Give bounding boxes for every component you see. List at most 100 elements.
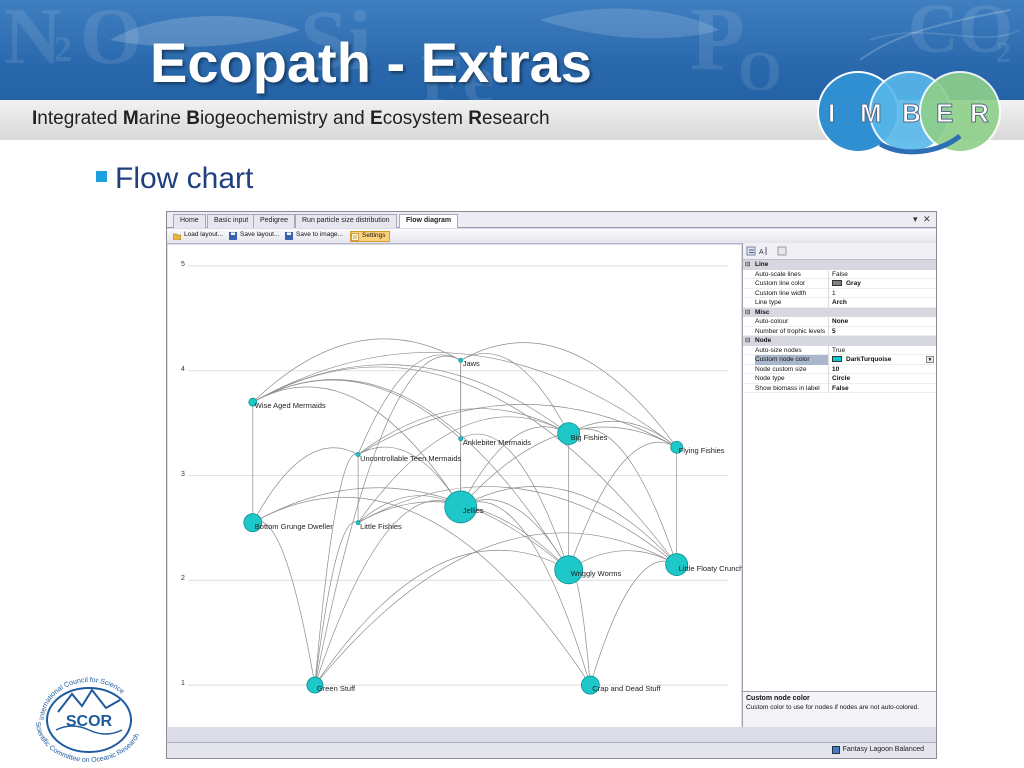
flow-diagram-canvas[interactable]: 1 2 3 4 5 Jaws Wise Aged Mermaids Anklebiter Me…	[168, 245, 744, 727]
property-value-text: Arch	[832, 299, 847, 306]
property-key: Line type	[755, 298, 829, 308]
property-value[interactable]: Circle	[832, 374, 850, 384]
flow-edge	[589, 560, 677, 686]
subtitle-part: cosystem	[382, 108, 469, 129]
flow-edge	[357, 408, 569, 455]
tab-pedigree[interactable]: Pedigree	[253, 214, 296, 228]
property-row[interactable]: Auto-scale lines False	[743, 269, 936, 280]
property-row[interactable]: Number of trophic levels 5	[743, 326, 936, 337]
collapse-icon[interactable]: ⊟	[745, 260, 750, 270]
subtitle-part: esearch	[481, 108, 550, 129]
scenario-status[interactable]: Fantasy Lagoon Balanced	[831, 746, 924, 754]
property-row[interactable]: Line type Arch	[743, 298, 936, 308]
save-image-icon	[285, 232, 293, 240]
slide-subtitle: Integrated Marine Biogeochemistry and Ec…	[32, 108, 550, 130]
property-category-misc[interactable]: ⊟ Misc	[743, 307, 936, 318]
y-tick-label: 4	[181, 365, 185, 373]
property-value[interactable]: Arch	[832, 298, 847, 308]
subtitle-part: ntegrated	[37, 108, 123, 129]
property-row[interactable]: Custom line width 1	[743, 288, 936, 299]
load-layout-button[interactable]: Load layout...	[173, 231, 223, 242]
collapse-icon[interactable]: ⊟	[745, 336, 750, 346]
property-row[interactable]: Node custom size 10	[743, 364, 936, 375]
property-value[interactable]: 10	[832, 365, 839, 375]
save-layout-button[interactable]: Save layout...	[229, 231, 279, 242]
settings-label: Settings	[362, 232, 386, 239]
node-label-lf: Little Fishies	[360, 521, 402, 531]
property-pages-icon[interactable]	[777, 246, 787, 256]
property-value-text: 1	[832, 289, 836, 297]
property-row[interactable]: Auto-colour None	[743, 317, 936, 327]
property-category-node[interactable]: ⊟ Node	[743, 336, 936, 346]
settings-icon	[351, 233, 359, 241]
property-value[interactable]: DarkTurquoise	[832, 355, 891, 365]
property-key: Show biomass in label	[755, 383, 829, 393]
property-value[interactable]: None	[832, 317, 848, 327]
property-value-text: None	[832, 318, 849, 325]
settings-button[interactable]: Settings	[350, 231, 390, 242]
property-row[interactable]: Auto-size nodes True	[743, 345, 936, 356]
flow-edge	[252, 447, 359, 523]
node-label-bgd: Bottom Grunge Dweller	[254, 521, 333, 531]
close-icon[interactable]: ✕	[923, 214, 931, 225]
node-label-lfc: Little Floaty Crunch	[678, 563, 744, 573]
flow-edge	[314, 521, 359, 686]
node-label-cds: Crap and Dead Stuff	[592, 684, 661, 694]
scor-logo: SCOR International Council for Science S…	[34, 677, 141, 764]
flow-edge	[314, 532, 677, 686]
slide-title: Ecopath - Extras	[150, 31, 592, 94]
property-key: Node type	[755, 374, 829, 384]
node-label-utm: Uncontrollable Teen Mermaids	[360, 453, 462, 463]
flow-edge	[252, 366, 677, 565]
property-value[interactable]: 1	[832, 289, 836, 299]
tab-basic-input[interactable]: Basic input	[207, 214, 256, 228]
property-key: Node custom size	[755, 364, 829, 374]
property-grid-toolbar: A	[743, 243, 936, 260]
tab-home[interactable]: Home	[173, 214, 206, 228]
property-key: Custom node color	[755, 355, 829, 365]
scor-acronym: SCOR	[66, 713, 113, 730]
bullet-item: Flow chart	[96, 162, 253, 196]
node-label-wam: Wise Aged Mermaids	[254, 401, 326, 411]
property-value-text: DarkTurquoise	[846, 356, 892, 363]
tab-run-particle-size-distribution[interactable]: Run particle size distribution	[295, 214, 397, 228]
node-label-gs: Green Stuff	[316, 684, 356, 694]
collapse-icon[interactable]: ⊟	[745, 308, 750, 318]
property-value-text: False	[832, 270, 848, 278]
property-value[interactable]: False	[832, 384, 849, 394]
property-row[interactable]: Show biomass in label False	[743, 383, 936, 394]
property-row[interactable]: Custom line color Gray	[743, 279, 936, 289]
property-row[interactable]: Custom node color DarkTurquoise ▼	[743, 355, 936, 365]
folder-icon	[173, 233, 181, 240]
property-key: Number of trophic levels	[755, 326, 829, 336]
categorized-icon[interactable]	[746, 246, 756, 256]
property-value-text: 5	[832, 327, 836, 335]
imber-letter-e: E	[936, 98, 953, 128]
property-category-label: Line	[755, 261, 769, 268]
alphabetical-icon[interactable]: A	[759, 246, 769, 256]
tab-dropdown-icon[interactable]: ▾	[913, 214, 918, 225]
property-grid: A ⊟ Line Auto-scale lines False Custom line …	[742, 243, 936, 727]
property-help-panel: Custom node color Custom color to use fo…	[743, 691, 936, 727]
property-value-text: 10	[832, 365, 840, 373]
property-category-line[interactable]: ⊟ Line	[743, 260, 936, 270]
property-key: Auto-size nodes	[755, 345, 829, 355]
node-label-jaws: Jaws	[462, 359, 480, 369]
y-tick-label: 5	[181, 260, 185, 268]
node-label-ww: Wriggly Worms	[570, 568, 622, 578]
save-to-image-button[interactable]: Save to image...	[285, 231, 343, 242]
dropdown-icon[interactable]: ▼	[926, 356, 934, 363]
property-value[interactable]: Gray	[832, 279, 861, 289]
property-value-text: True	[832, 346, 846, 354]
subtitle-part: B	[186, 108, 200, 129]
property-key: Auto-scale lines	[755, 269, 829, 279]
tab-flow-diagram[interactable]: Flow diagram	[399, 214, 459, 228]
node-label-bf: Big Fishies	[570, 432, 608, 442]
property-value[interactable]: 5	[832, 327, 836, 337]
slide: N 2 O Si Fe P O CO 2 Ecopath - Extras In…	[0, 0, 1024, 768]
property-value[interactable]: True	[832, 346, 845, 356]
property-value[interactable]: False	[832, 270, 848, 280]
subtitle-part: arine	[138, 108, 187, 129]
property-row[interactable]: Node type Circle	[743, 374, 936, 384]
property-key: Custom line color	[755, 279, 829, 289]
